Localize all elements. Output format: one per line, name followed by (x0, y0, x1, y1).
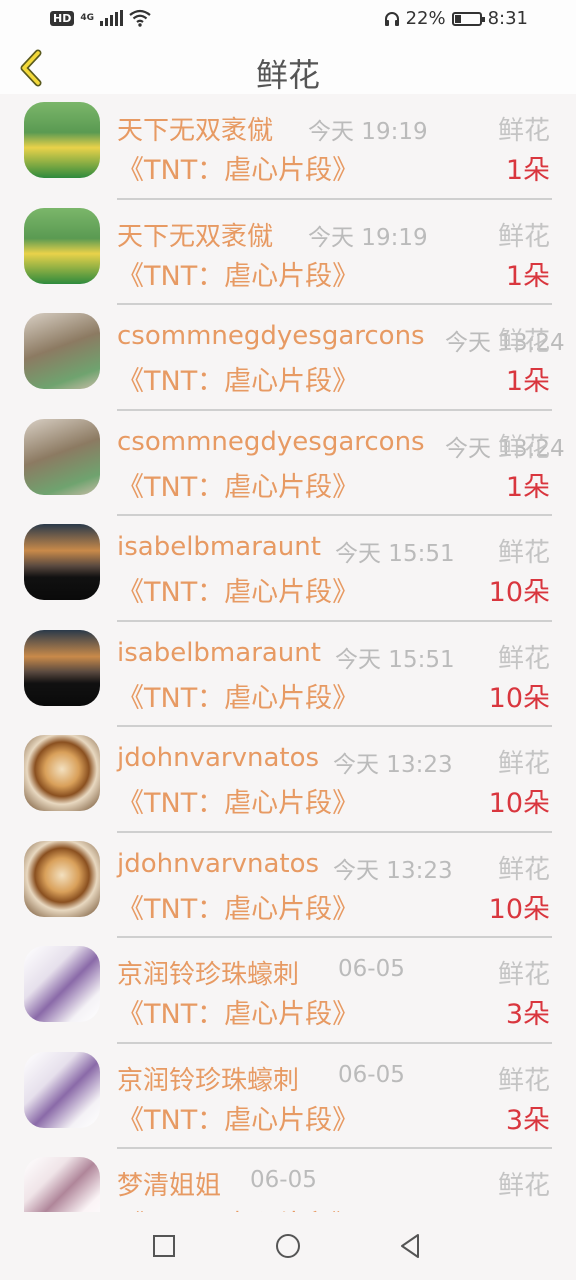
gift-type: 鲜花 (497, 327, 550, 357)
status-right: 22% 8:31 (384, 8, 528, 29)
network-type: 4G (80, 13, 94, 23)
timestamp: 今天 13:23 (333, 857, 453, 884)
avatar[interactable] (24, 207, 100, 284)
timestamp: 今天 13:23 (333, 752, 453, 778)
avatar[interactable] (24, 102, 100, 178)
avatar[interactable] (24, 313, 100, 389)
gift-count: 1朵 (505, 471, 550, 503)
avatar[interactable] (24, 946, 100, 1022)
book-title[interactable]: 《TNT：虐心片段》 (117, 781, 359, 820)
status-left: HD 4G (50, 9, 151, 27)
list-item[interactable]: 梦清姐姐 06-05 鲜花 《TNT：虐心片段》 1朵 (0, 1149, 576, 1212)
gift-count: 1朵 (505, 366, 550, 397)
square-icon[interactable] (150, 1232, 178, 1260)
gift-type: 鲜花 (497, 116, 550, 146)
gift-count: 10朵 (488, 682, 550, 714)
list-item[interactable]: csommnegdyesgarcons 今天 13:24 鲜花 《TNT：虐心片… (0, 305, 576, 411)
sender-name[interactable]: csommnegdyesgarcons (117, 321, 425, 351)
flower-list: 天下无双袤僦 今天 19:19 鲜花 《TNT：虐心片段》 1朵 天下无双袤僦 … (0, 94, 576, 1212)
avatar[interactable] (24, 1157, 100, 1212)
wifi-icon (129, 9, 151, 27)
sender-name[interactable]: jdohnvarvnatos (117, 849, 319, 879)
sender-name[interactable]: jdohnvarvnatos (117, 743, 319, 773)
list-item[interactable]: 天下无双袤僦 今天 19:19 鲜花 《TNT：虐心片段》 1朵 (0, 200, 576, 305)
sender-name[interactable]: 京润铃珍珠蠔刺 (117, 1060, 299, 1097)
gift-type: 鲜花 (497, 538, 550, 568)
triangle-back-icon[interactable] (396, 1232, 424, 1260)
list-item[interactable]: isabelbmaraunt 今天 15:51 鲜花 《TNT：虐心片段》 10… (0, 516, 576, 622)
avatar[interactable] (24, 629, 100, 706)
gift-type: 鲜花 (497, 221, 550, 252)
timestamp: 06-05 (338, 1061, 405, 1088)
timestamp: 06-05 (338, 956, 405, 982)
signal-icon (100, 10, 123, 26)
avatar[interactable] (24, 840, 100, 917)
timestamp: 06-05 (250, 1167, 317, 1193)
gift-count: 1朵 (505, 155, 550, 186)
book-title[interactable]: 《TNT：虐心片段》 (117, 992, 359, 1031)
sender-name[interactable]: csommnegdyesgarcons (117, 427, 425, 457)
list-item[interactable]: 京润铃珍珠蠔刺 06-05 鲜花 《TNT：虐心片段》 3朵 (0, 938, 576, 1044)
gift-type: 鲜花 (497, 432, 550, 463)
book-title[interactable]: 《TNT：虐心片段》 (117, 148, 359, 187)
sender-name[interactable]: 京润铃珍珠蠔刺 (117, 954, 299, 991)
status-bar: HD 4G 22% 8:31 (0, 0, 576, 42)
circle-icon[interactable] (274, 1232, 302, 1260)
gift-type: 鲜花 (497, 960, 550, 990)
timestamp: 今天 19:19 (308, 224, 428, 251)
gift-count: 10朵 (488, 788, 550, 819)
gift-type: 鲜花 (497, 643, 550, 674)
sender-name[interactable]: isabelbmaraunt (117, 638, 321, 668)
battery-percent: 22% (405, 8, 446, 29)
avatar[interactable] (24, 524, 100, 600)
gift-count: 1朵 (505, 260, 550, 292)
book-title[interactable]: 《TNT：虐心片段》 (117, 1203, 359, 1212)
book-title[interactable]: 《TNT：虐心片段》 (117, 359, 359, 398)
list-item[interactable]: jdohnvarvnatos 今天 13:23 鲜花 《TNT：虐心片段》 10… (0, 727, 576, 833)
timestamp: 今天 15:51 (335, 541, 455, 567)
sender-name[interactable]: 梦清姐姐 (117, 1165, 221, 1202)
system-nav-bar (0, 1212, 576, 1280)
page-title: 鲜花 (255, 56, 320, 94)
hd-badge: HD (50, 10, 75, 26)
book-title[interactable]: 《TNT：虐心片段》 (117, 570, 359, 609)
book-title[interactable]: 《TNT：虐心片段》 (117, 887, 359, 926)
list-item[interactable]: csommnegdyesgarcons 今天 13:24 鲜花 《TNT：虐心片… (0, 411, 576, 516)
avatar[interactable] (24, 1051, 100, 1128)
gift-type: 鲜花 (497, 854, 550, 885)
sender-name[interactable]: 天下无双袤僦 (117, 110, 273, 147)
timestamp: 今天 19:19 (308, 119, 428, 145)
book-title[interactable]: 《TNT：虐心片段》 (117, 676, 359, 715)
clock: 8:31 (487, 8, 528, 29)
list-item[interactable]: 天下无双袤僦 今天 19:19 鲜花 《TNT：虐心片段》 1朵 (0, 94, 576, 200)
list-item[interactable]: isabelbmaraunt 今天 15:51 鲜花 《TNT：虐心片段》 10… (0, 622, 576, 727)
gift-count: 3朵 (505, 999, 550, 1030)
avatar[interactable] (24, 418, 100, 495)
gift-type: 鲜花 (497, 749, 550, 779)
gift-count: 10朵 (488, 893, 550, 925)
gift-count: 10朵 (488, 577, 550, 608)
gift-type: 鲜花 (497, 1065, 550, 1096)
book-title[interactable]: 《TNT：虐心片段》 (117, 465, 359, 504)
gift-count: 3朵 (505, 1104, 550, 1136)
timestamp: 今天 15:51 (335, 646, 455, 673)
sender-name[interactable]: 天下无双袤僦 (117, 216, 273, 253)
book-title[interactable]: 《TNT：虐心片段》 (117, 254, 359, 293)
book-title[interactable]: 《TNT：虐心片段》 (117, 1098, 359, 1137)
avatar[interactable] (24, 735, 100, 811)
battery-icon (451, 11, 485, 26)
list-item[interactable]: jdohnvarvnatos 今天 13:23 鲜花 《TNT：虐心片段》 10… (0, 833, 576, 938)
header: 鲜花 (0, 42, 576, 94)
list-item[interactable]: 京润铃珍珠蠔刺 06-05 鲜花 《TNT：虐心片段》 3朵 (0, 1044, 576, 1149)
gift-count: 1朵 (506, 1203, 550, 1212)
headphones-icon (384, 11, 399, 26)
sender-name[interactable]: isabelbmaraunt (117, 532, 321, 562)
gift-type: 鲜花 (497, 1171, 550, 1201)
